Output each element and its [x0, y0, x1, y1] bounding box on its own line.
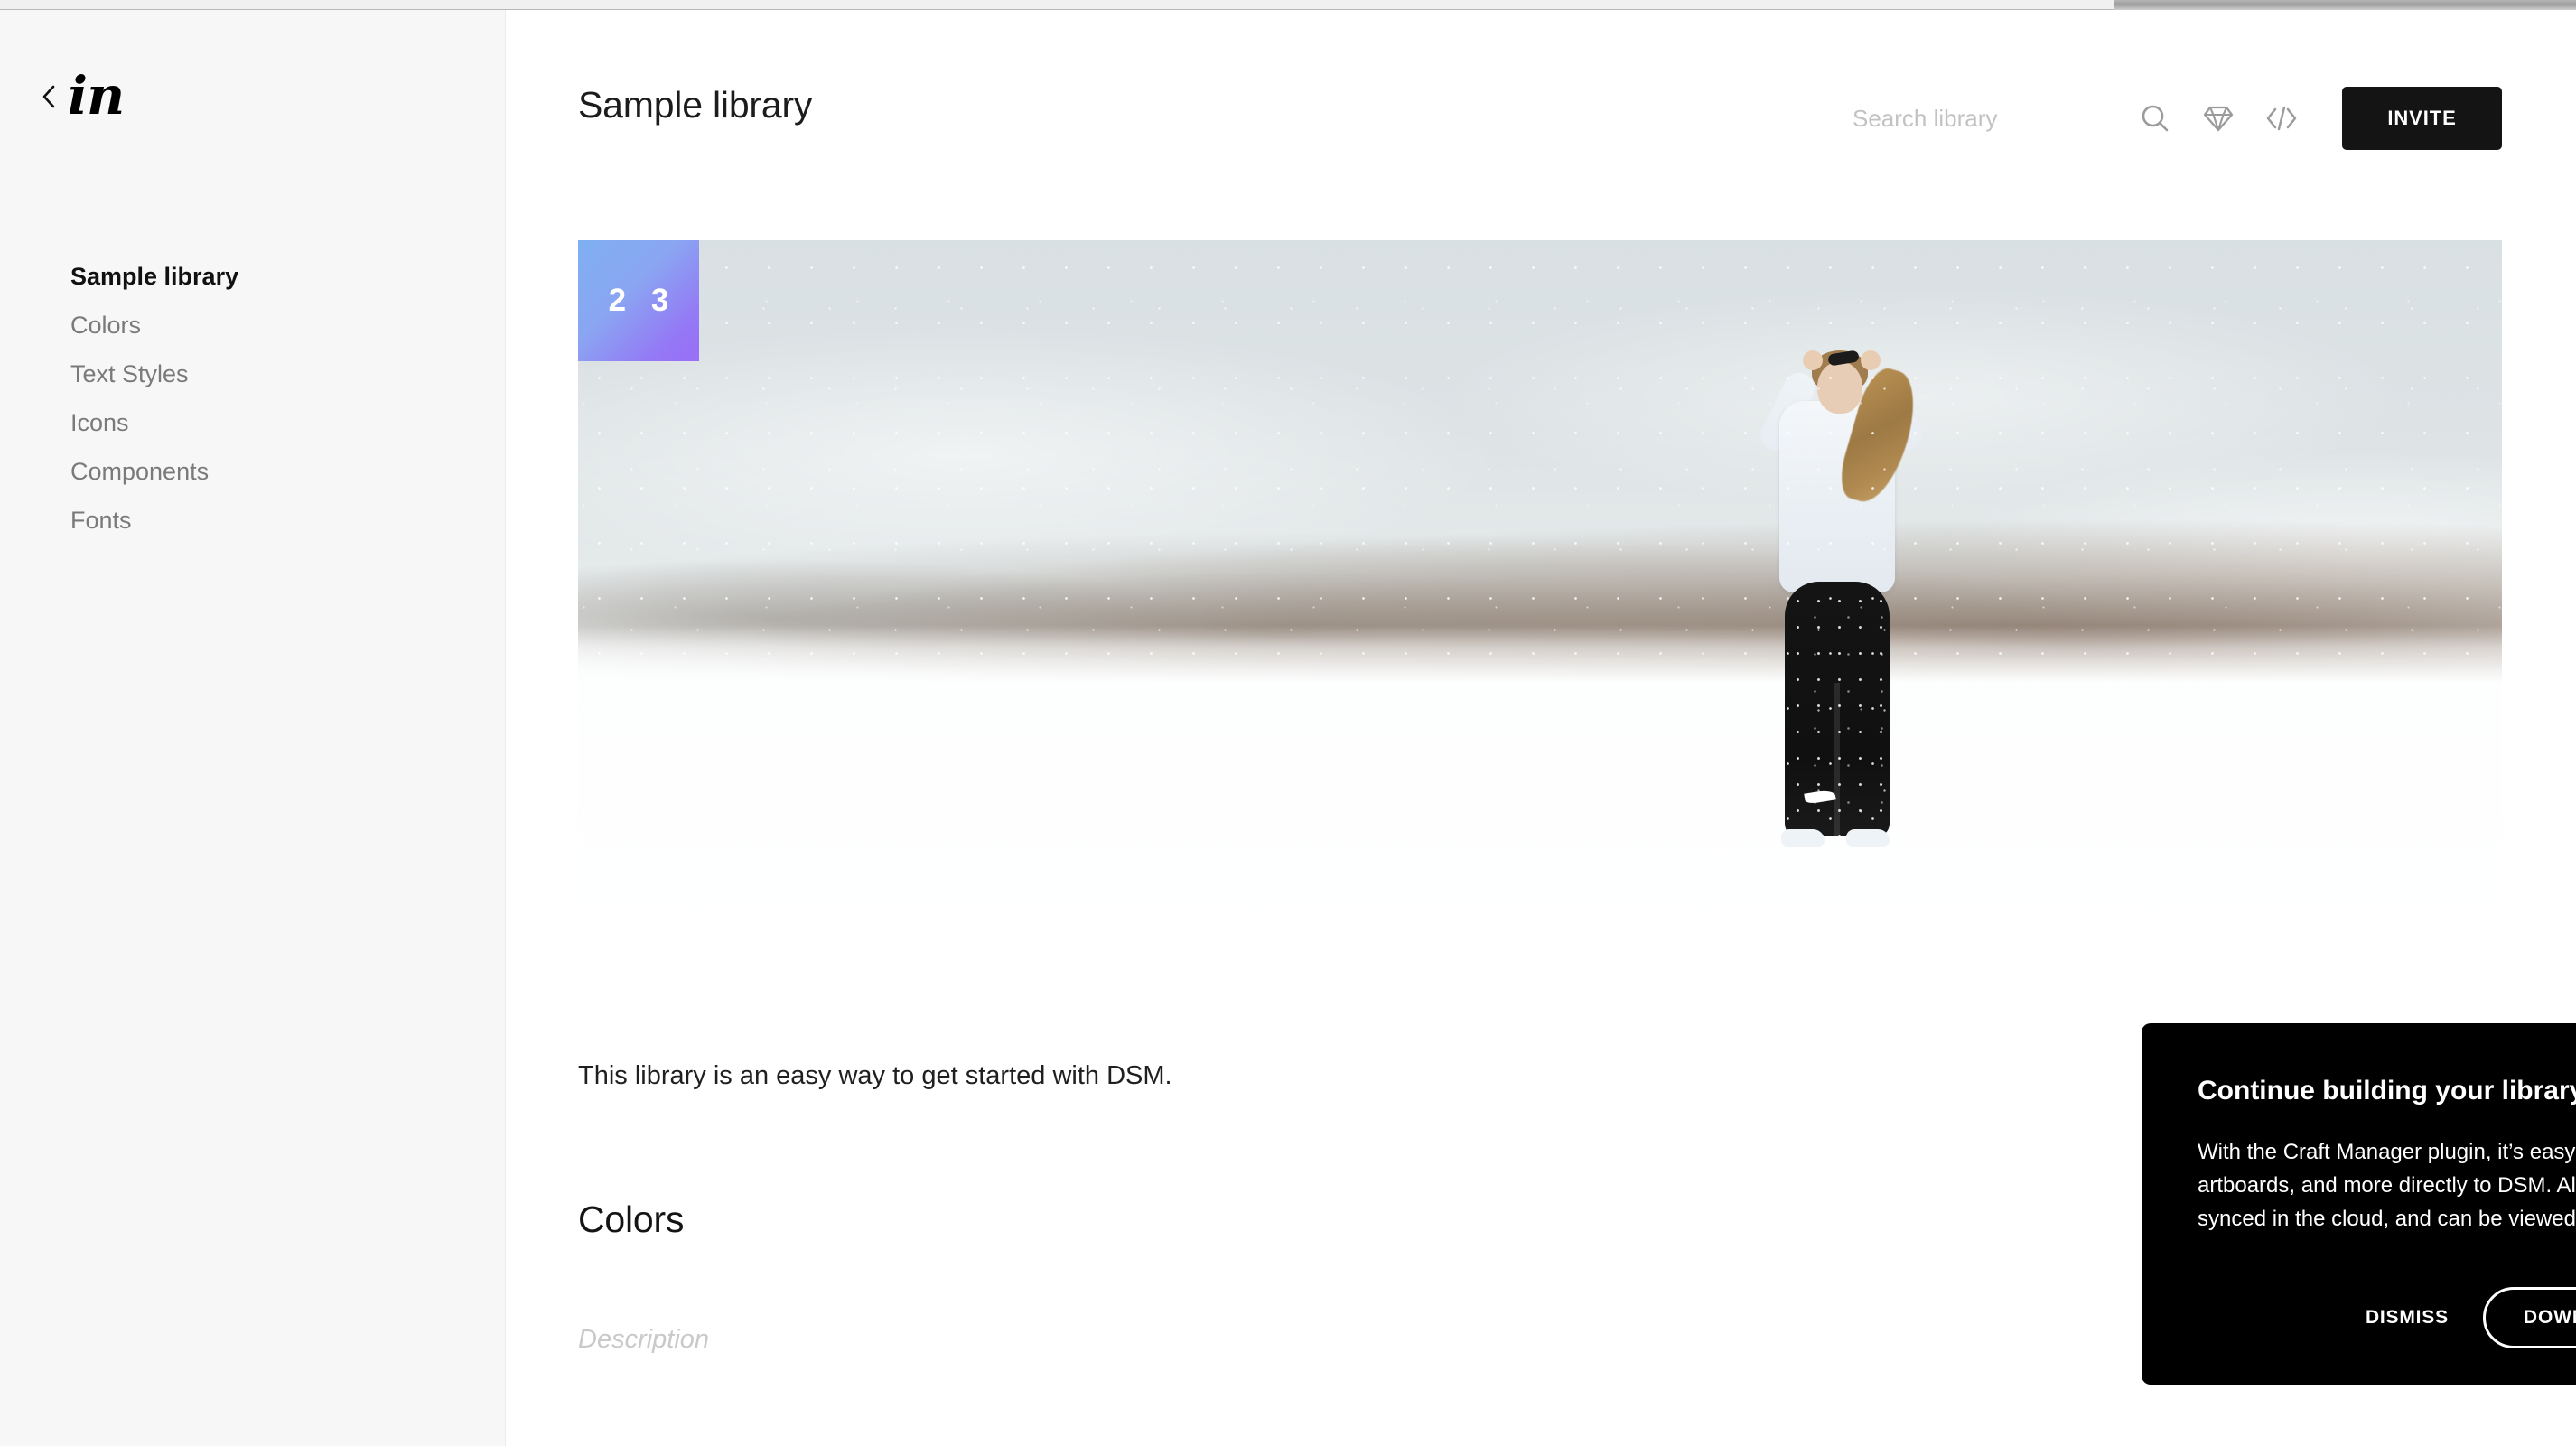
header-actions: INVITE [1853, 87, 2502, 150]
sidebar-item-icons[interactable]: Icons [70, 398, 468, 447]
sidebar-item-sample-library[interactable]: Sample library [70, 252, 468, 301]
back-chevron-icon[interactable] [42, 85, 55, 108]
sidebar-item-components[interactable]: Components [70, 447, 468, 496]
sidebar-item-text-styles[interactable]: Text Styles [70, 350, 468, 398]
colors-section-heading: Colors [578, 1199, 685, 1240]
search-icon [2142, 105, 2169, 132]
hero-count-tile-label: 2 3 [608, 283, 677, 318]
code-brackets-icon-button[interactable] [2250, 87, 2313, 150]
promo-body: With the Craft Manager plugin, it’s easy… [2198, 1140, 2576, 1231]
colors-section-description-placeholder[interactable]: Description [578, 1325, 709, 1355]
promo-actions: DISMISS DOWNLOAD THE PLUGIN [2362, 1287, 2576, 1348]
sketch-diamond-icon [2203, 106, 2234, 132]
code-brackets-icon [2266, 106, 2297, 131]
brand-home-link[interactable]: in [42, 65, 125, 126]
hero-snowfall-overlay [578, 240, 2502, 954]
hero-count-tile[interactable]: 2 3 [578, 240, 699, 361]
page-title: Sample library [578, 84, 813, 126]
hero-photo-snow-scene [578, 240, 2502, 954]
main-content: Sample library Search library INVITE 2 3… [507, 10, 2576, 1446]
search-input[interactable] [1853, 98, 2123, 138]
hero-image: 2 3 [578, 240, 2502, 954]
promo-card: Continue building your library from Sket… [2142, 1023, 2576, 1385]
sidebar: in Sample library Colors Text Styles Ico… [0, 10, 506, 1446]
dismiss-button[interactable]: DISMISS [2362, 1298, 2452, 1338]
window-chrome-titlebar-edge [2114, 0, 2576, 10]
sidebar-nav: Sample library Colors Text Styles Icons … [70, 252, 468, 545]
library-description: This library is an easy way to get start… [578, 1061, 1172, 1090]
sidebar-item-fonts[interactable]: Fonts [70, 496, 468, 545]
invision-logo: in [68, 65, 125, 126]
download-plugin-button[interactable]: DOWNLOAD THE PLUGIN [2482, 1287, 2576, 1348]
sketch-diamond-icon-button[interactable] [2187, 87, 2250, 150]
search-icon-button[interactable] [2123, 87, 2187, 150]
invite-button[interactable]: INVITE [2342, 87, 2502, 150]
sidebar-item-colors[interactable]: Colors [70, 301, 468, 350]
page-header: Sample library Search library INVITE [507, 10, 2576, 227]
promo-title: Continue building your library from Sket… [2198, 1076, 2576, 1105]
